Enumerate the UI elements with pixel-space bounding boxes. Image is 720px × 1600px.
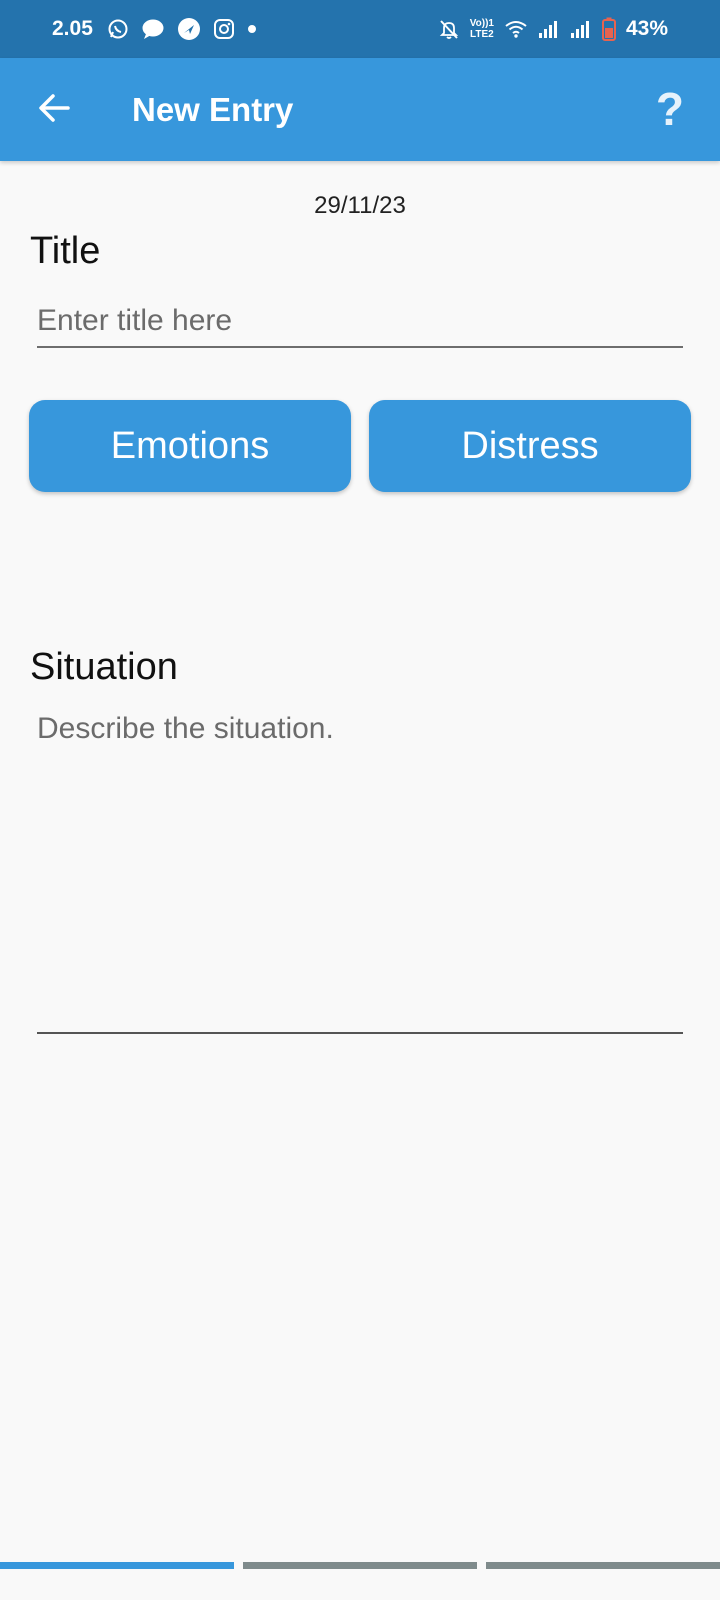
page-indicator-segment-active[interactable] [0, 1562, 234, 1569]
page-title: New Entry [132, 91, 294, 128]
situation-input[interactable] [37, 712, 683, 1034]
volte-label-top: Vo))1 [469, 18, 494, 29]
app-bar: New Entry ? [0, 58, 720, 161]
title-input[interactable] [37, 296, 683, 348]
signal-icon [538, 19, 560, 39]
title-label: Title [30, 230, 101, 272]
signal-icon [570, 19, 592, 39]
arrow-left-icon [38, 93, 70, 128]
status-left: 2.05 [52, 17, 257, 41]
back-button[interactable] [34, 90, 74, 130]
dot-icon [247, 24, 257, 34]
volte-icon: Vo))1 LTE2 [470, 18, 494, 40]
navigation-icon [177, 17, 201, 41]
message-icon [141, 18, 165, 40]
status-bar: 2.05 Vo))1 LTE2 43% [0, 0, 720, 58]
status-right: Vo))1 LTE2 43% [438, 17, 668, 41]
page-indicator-segment[interactable] [486, 1562, 720, 1569]
status-time: 2.05 [52, 17, 93, 40]
instagram-icon [213, 18, 235, 40]
volte-label-bottom: LTE2 [469, 29, 494, 40]
help-button[interactable]: ? [656, 82, 684, 136]
emotions-button[interactable]: Emotions [29, 400, 351, 492]
whatsapp-icon [107, 18, 129, 40]
entry-date: 29/11/23 [314, 192, 406, 219]
situation-label: Situation [30, 646, 178, 688]
distress-button[interactable]: Distress [369, 400, 691, 492]
battery-percent: 43% [625, 17, 668, 40]
battery-icon [601, 17, 616, 41]
mute-icon [438, 18, 460, 40]
page-indicator-segment[interactable] [243, 1562, 477, 1569]
wifi-icon [504, 19, 528, 39]
page-indicator [0, 1562, 720, 1570]
